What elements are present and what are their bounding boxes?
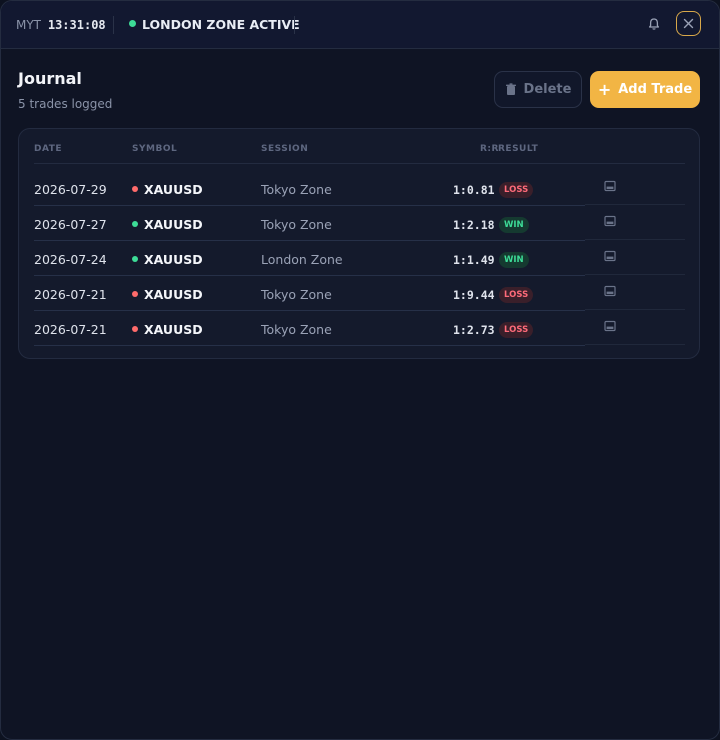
trade-symbol-label: XAUUSD	[144, 287, 203, 302]
journal-window: MYT 13:31:08 LONDON ZONE ACTIVE Journal …	[0, 0, 720, 740]
trade-rr: 1:9.44	[453, 288, 495, 302]
row-divider	[585, 204, 685, 205]
trade-count: 5 trades logged	[18, 97, 113, 111]
direction-dot	[132, 186, 138, 192]
column-header-session: SESSION	[261, 144, 309, 154]
trade-symbol-label: XAUUSD	[144, 252, 203, 267]
table-row[interactable]: 2026-07-24 XAUUSD London Zone 1:1.49 WIN	[34, 241, 685, 276]
trade-symbol: XAUUSD	[132, 217, 203, 232]
result-badge: LOSS	[499, 287, 534, 303]
result-badge: WIN	[499, 217, 529, 233]
table-row[interactable]: 2026-07-21 XAUUSD Tokyo Zone 1:9.44 LOSS	[34, 276, 685, 311]
trade-date: 2026-07-27	[34, 217, 107, 232]
direction-dot	[132, 326, 138, 332]
trade-session: Tokyo Zone	[261, 322, 332, 337]
trade-rr: 1:0.81	[453, 183, 495, 197]
trades-table: DATE SYMBOL SESSION R:R RESULT 2026-07-2…	[18, 128, 700, 359]
clock: MYT 13:31:08	[16, 18, 106, 32]
trade-session: Tokyo Zone	[261, 287, 332, 302]
divider	[113, 16, 114, 34]
timezone-label: MYT	[16, 18, 42, 32]
image-icon[interactable]	[604, 215, 616, 227]
trade-date: 2026-07-21	[34, 287, 107, 302]
trade-session: London Zone	[261, 252, 343, 267]
trade-symbol: XAUUSD	[132, 322, 203, 337]
divider	[294, 16, 295, 34]
row-divider	[34, 345, 585, 346]
add-trade-button-label: Add Trade	[618, 82, 693, 97]
trade-symbol-label: XAUUSD	[144, 217, 203, 232]
direction-dot	[132, 221, 138, 227]
page-title: Journal	[18, 69, 82, 88]
row-divider	[585, 344, 685, 345]
plus-icon: +	[597, 80, 612, 99]
result-badge: LOSS	[499, 322, 534, 338]
image-icon[interactable]	[604, 285, 616, 297]
zone-status-label: LONDON ZONE ACTIVE	[142, 17, 300, 32]
direction-dot	[132, 291, 138, 297]
result-badge: WIN	[499, 252, 529, 268]
trade-date: 2026-07-24	[34, 252, 107, 267]
trade-rr: 1:2.18	[453, 218, 495, 232]
trade-date: 2026-07-29	[34, 182, 107, 197]
image-icon[interactable]	[604, 180, 616, 192]
top-bar: MYT 13:31:08 LONDON ZONE ACTIVE	[1, 1, 719, 49]
trade-symbol-label: XAUUSD	[144, 182, 203, 197]
row-divider	[585, 309, 685, 310]
row-divider	[585, 274, 685, 275]
clock-time: 13:31:08	[47, 18, 106, 32]
result-badge: LOSS	[499, 182, 534, 198]
close-icon	[683, 18, 694, 29]
add-trade-button[interactable]: + Add Trade	[590, 71, 700, 108]
trade-symbol: XAUUSD	[132, 182, 203, 197]
trade-session: Tokyo Zone	[261, 217, 332, 232]
delete-button-label: Delete	[523, 82, 572, 97]
zone-status-dot	[129, 20, 136, 27]
trade-date: 2026-07-21	[34, 322, 107, 337]
table-row[interactable]: 2026-07-21 XAUUSD Tokyo Zone 1:2.73 LOSS	[34, 311, 685, 346]
table-row[interactable]: 2026-07-27 XAUUSD Tokyo Zone 1:2.18 WIN	[34, 206, 685, 241]
column-header-result: RESULT	[498, 144, 539, 154]
trash-icon	[505, 83, 516, 95]
image-icon[interactable]	[604, 250, 616, 262]
trade-rr: 1:2.73	[453, 323, 495, 337]
close-button[interactable]	[676, 11, 701, 36]
direction-dot	[132, 256, 138, 262]
image-icon[interactable]	[604, 320, 616, 332]
header-divider	[34, 163, 685, 164]
zone-status: LONDON ZONE ACTIVE	[129, 17, 300, 32]
column-header-date: DATE	[34, 144, 63, 154]
trade-symbol: XAUUSD	[132, 287, 203, 302]
table-row[interactable]: 2026-07-29 XAUUSD Tokyo Zone 1:0.81 LOSS	[34, 171, 685, 206]
trade-symbol-label: XAUUSD	[144, 322, 203, 337]
column-header-symbol: SYMBOL	[132, 144, 178, 154]
trade-session: Tokyo Zone	[261, 182, 332, 197]
row-divider	[585, 239, 685, 240]
trade-symbol: XAUUSD	[132, 252, 203, 267]
trade-rr: 1:1.49	[453, 253, 495, 267]
bell-icon[interactable]	[647, 17, 661, 31]
column-header-rr: R:R	[480, 144, 499, 154]
delete-button[interactable]: Delete	[494, 71, 582, 108]
